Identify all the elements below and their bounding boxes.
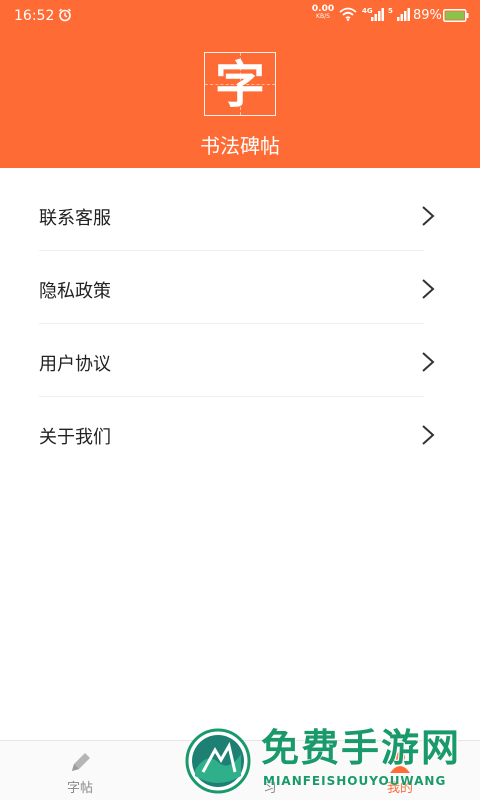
status-bar: 16:52 0.00 KB/S 4G 5 89% [0, 0, 480, 32]
chevron-right-icon [422, 425, 435, 445]
signal-1-label: 4G [362, 7, 373, 15]
pencil-icon [72, 753, 90, 771]
chevron-right-icon [422, 352, 435, 372]
battery-percent: 89% [413, 8, 442, 23]
net-speed-value: 0.00 [311, 4, 335, 14]
menu-item-label: 关于我们 [39, 427, 111, 448]
header: 16:52 0.00 KB/S 4G 5 89% 字 书法碑帖 [0, 0, 480, 168]
menu-item-label: 用户协议 [39, 354, 111, 375]
signal-icon: 5 [388, 7, 410, 21]
menu-item-user-agreement[interactable]: 用户协议 [0, 324, 480, 397]
watermark-logo [185, 728, 251, 794]
app-title: 书法碑帖 [200, 134, 280, 158]
watermark-title: 免费手游网 [261, 725, 462, 770]
battery-icon [443, 9, 469, 22]
status-time: 16:52 [14, 8, 55, 24]
net-speed-unit: KB/S [316, 13, 330, 20]
menu-item-label: 联系客服 [39, 208, 111, 229]
wifi-icon [339, 7, 357, 21]
chevron-right-icon [422, 279, 435, 299]
menu-item-about-us[interactable]: 关于我们 [0, 397, 480, 470]
menu-item-privacy-policy[interactable]: 隐私政策 [0, 251, 480, 324]
chevron-right-icon [422, 206, 435, 226]
app-logo: 字 [204, 52, 276, 116]
logo-character: 字 [215, 55, 265, 114]
tab-label: 字帖 [66, 781, 93, 796]
signal-2-label: 5 [388, 7, 393, 15]
alarm-icon [59, 8, 71, 22]
signal-4g-icon: 4G [362, 7, 384, 21]
watermark-subtitle: MIANFEISHOUYOUWANG [263, 774, 447, 788]
menu-item-label: 隐私政策 [39, 281, 111, 302]
menu-item-customer-service[interactable]: 联系客服 [0, 178, 480, 251]
network-speed: 0.00 KB/S [311, 5, 335, 21]
watermark: 免费手游网 MIANFEISHOUYOUWANG [183, 722, 480, 800]
tab-copybook[interactable]: 字帖 [0, 741, 160, 800]
